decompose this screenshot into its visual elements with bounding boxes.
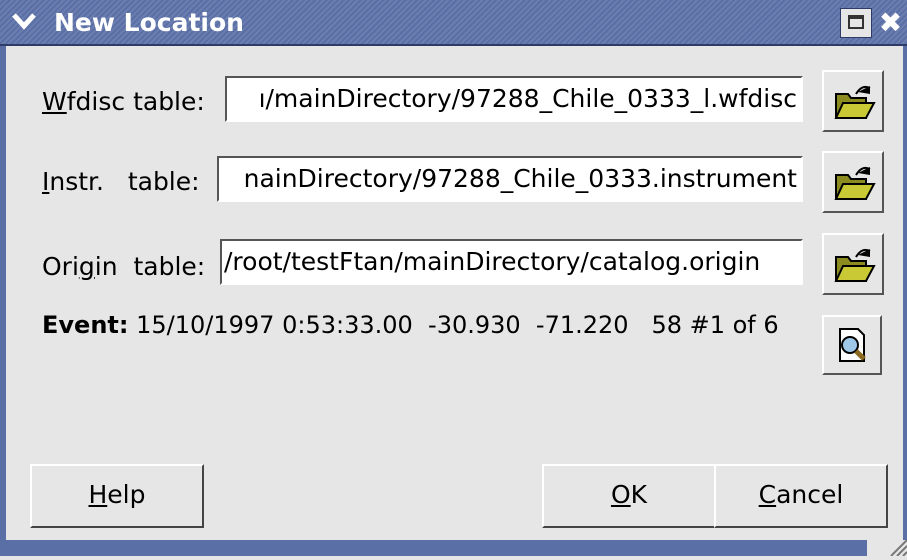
magnifier-document-icon (839, 328, 866, 362)
instr-input[interactable]: nainDirectory/97288_Chile_0333.instrumen… (217, 156, 803, 202)
cancel-label: ancel (776, 480, 844, 509)
wfdisc-label-mnemonic: W (42, 87, 67, 116)
origin-label: Origin table: (42, 247, 205, 287)
event-value: 15/10/1997 0:53:33.00 -30.930 -71.220 58… (136, 311, 779, 339)
folder-open-icon (834, 166, 876, 200)
origin-label-mnemonic: g (78, 252, 95, 281)
wfdisc-input[interactable]: ı/mainDirectory/97288_Chile_0333_l.wfdis… (225, 76, 803, 122)
event-inspect-button[interactable] (822, 315, 882, 375)
event-info: Event: 15/10/1997 0:53:33.00 -30.930 -71… (42, 300, 779, 350)
origin-browse-button[interactable] (822, 233, 884, 295)
cancel-mnemonic: C (758, 480, 777, 509)
new-location-dialog: New Location ✖ Wfdisc table: ı/mainDirec… (0, 0, 907, 557)
close-icon: ✖ (878, 6, 903, 39)
folder-open-icon (834, 248, 876, 282)
resize-grip[interactable] (867, 539, 907, 557)
folder-open-icon (834, 85, 876, 119)
ok-label: K (630, 480, 648, 509)
maximize-icon (848, 15, 864, 29)
ok-mnemonic: O (610, 480, 631, 509)
chevron-down-icon (11, 13, 37, 40)
wfdisc-label: Wfdisc table: (42, 82, 205, 122)
origin-label-text: in table: (94, 252, 206, 281)
help-mnemonic: H (88, 480, 108, 509)
window-menu-button[interactable] (6, 8, 42, 38)
window-border-left (0, 46, 6, 540)
origin-input-value: /root/testFtan/mainDirectory/catalog.ori… (224, 247, 761, 276)
instr-label-text: nstr. table: (49, 167, 200, 196)
origin-label-prefix: Ori (42, 252, 79, 281)
help-button[interactable]: Help (30, 464, 204, 528)
maximize-button[interactable] (840, 8, 872, 38)
instr-label: Instr. table: (42, 162, 200, 202)
wfdisc-browse-button[interactable] (822, 70, 884, 132)
close-button[interactable]: ✖ (874, 6, 907, 40)
ok-button[interactable]: OK (542, 464, 716, 528)
window-title: New Location (54, 8, 244, 37)
help-label: elp (107, 480, 146, 509)
instr-browse-button[interactable] (822, 151, 884, 213)
wfdisc-input-value: ı/mainDirectory/97288_Chile_0333_l.wfdis… (258, 84, 797, 113)
event-label: Event: (42, 311, 129, 339)
instr-input-value: nainDirectory/97288_Chile_0333.instrumen… (243, 164, 797, 193)
origin-input[interactable]: /root/testFtan/mainDirectory/catalog.ori… (220, 239, 803, 285)
cancel-button[interactable]: Cancel (714, 464, 888, 528)
wfdisc-label-text: fdisc table: (66, 87, 205, 116)
title-bar[interactable]: New Location ✖ (0, 0, 907, 46)
window-border-bottom (0, 539, 907, 557)
window-border-right (903, 46, 907, 540)
resize-grip-icon (890, 539, 907, 557)
